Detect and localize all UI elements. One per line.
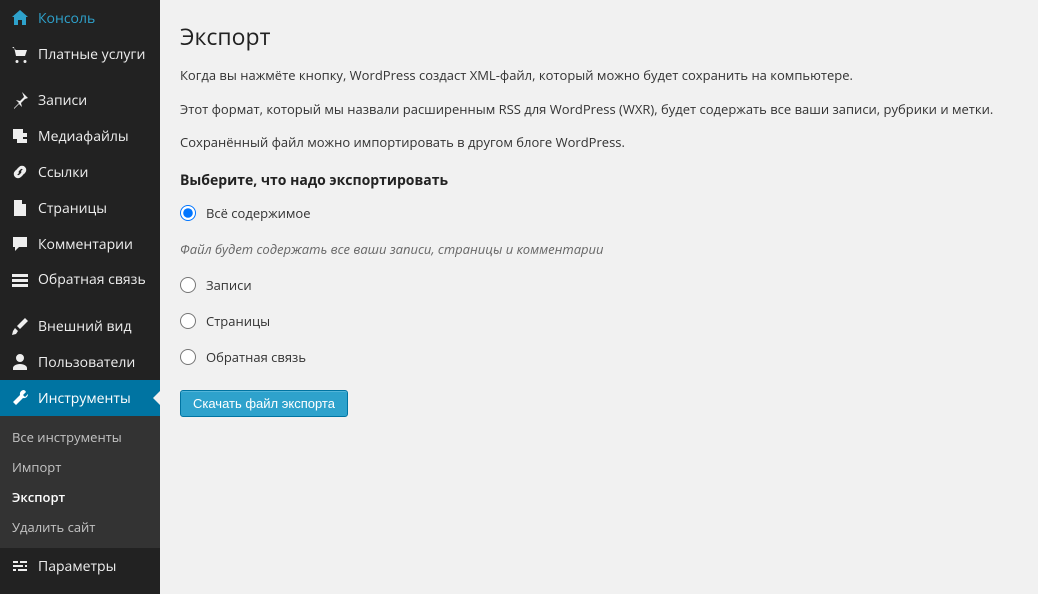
export-all-hint: Файл будет содержать все ваши записи, ст…	[180, 240, 1018, 258]
house-icon	[10, 8, 30, 28]
sidebar-item-label: Обратная связь	[38, 271, 146, 289]
export-radio-pages[interactable]	[180, 313, 196, 329]
submenu-item-import[interactable]: Импорт	[0, 452, 160, 482]
sidebar-item-label: Консоль	[38, 9, 95, 28]
sidebar-item-label: Платные услуги	[38, 45, 145, 64]
export-radio-all[interactable]	[180, 205, 196, 221]
submenu-item-label: Удалить сайт	[12, 518, 95, 536]
export-option-posts: Записи	[180, 276, 1018, 294]
sidebar-item-comments[interactable]: Комментарии	[0, 226, 160, 262]
export-option-pages: Страницы	[180, 312, 1018, 330]
sidebar-item-label: Инструменты	[38, 389, 131, 408]
sidebar-item-feedback[interactable]: Обратная связь	[0, 262, 160, 298]
sidebar-item-media[interactable]: Медиафайлы	[0, 118, 160, 154]
submenu-item-delete-site[interactable]: Удалить сайт	[0, 512, 160, 542]
export-radio-posts[interactable]	[180, 277, 196, 293]
sidebar-item-links[interactable]: Ссылки	[0, 154, 160, 190]
sidebar-item-label: Пользователи	[38, 353, 135, 372]
sidebar-item-pages[interactable]: Страницы	[0, 190, 160, 226]
page-title: Экспорт	[180, 20, 1018, 52]
media-icon	[10, 126, 30, 146]
feedback-icon	[10, 270, 30, 290]
export-radio-label[interactable]: Страницы	[206, 312, 270, 330]
submenu-item-label: Все инструменты	[12, 428, 122, 446]
tools-submenu: Все инструменты Импорт Экспорт Удалить с…	[0, 416, 160, 548]
sidebar-item-dashboard[interactable]: Консоль	[0, 0, 160, 36]
sidebar-item-tools[interactable]: Инструменты	[0, 380, 160, 416]
sidebar-item-label: Комментарии	[38, 235, 133, 254]
admin-sidebar: Консоль Платные услуги Записи Медиафайлы…	[0, 0, 160, 594]
sidebar-item-appearance[interactable]: Внешний вид	[0, 308, 160, 344]
export-radio-feedback[interactable]	[180, 349, 196, 365]
export-description-1: Когда вы нажмёте кнопку, WordPress созда…	[180, 66, 1018, 86]
user-icon	[10, 352, 30, 372]
sidebar-item-label: Параметры	[38, 557, 116, 576]
export-description-3: Сохранённый файл можно импортировать в д…	[180, 133, 1018, 153]
wrench-icon	[10, 388, 30, 408]
export-radio-label[interactable]: Всё содержимое	[206, 204, 311, 222]
link-icon	[10, 162, 30, 182]
submit-wrap: Скачать файл экспорта	[180, 390, 1018, 417]
main-content: Экспорт Когда вы нажмёте кнопку, WordPre…	[160, 0, 1038, 594]
export-description-2: Этот формат, который мы назвали расширен…	[180, 100, 1018, 120]
download-export-button[interactable]: Скачать файл экспорта	[180, 390, 348, 417]
comment-icon	[10, 234, 30, 254]
sidebar-item-label: Внешний вид	[38, 317, 132, 336]
pin-icon	[10, 90, 30, 110]
export-radio-label[interactable]: Обратная связь	[206, 348, 306, 366]
export-option-feedback: Обратная связь	[180, 348, 1018, 366]
sidebar-item-label: Ссылки	[38, 163, 88, 182]
cart-icon	[10, 44, 30, 64]
sidebar-item-posts[interactable]: Записи	[0, 82, 160, 118]
sidebar-item-label: Записи	[38, 91, 87, 110]
sliders-icon	[10, 556, 30, 576]
sidebar-item-users[interactable]: Пользователи	[0, 344, 160, 380]
sidebar-item-settings[interactable]: Параметры	[0, 548, 160, 584]
export-option-all: Всё содержимое	[180, 204, 1018, 222]
submenu-item-export[interactable]: Экспорт	[0, 482, 160, 512]
brush-icon	[10, 316, 30, 336]
submenu-item-all-tools[interactable]: Все инструменты	[0, 422, 160, 452]
submenu-item-label: Экспорт	[12, 488, 65, 506]
sidebar-item-label: Медиафайлы	[38, 127, 129, 146]
submenu-item-label: Импорт	[12, 458, 61, 476]
export-radio-label[interactable]: Записи	[206, 276, 252, 294]
page-icon	[10, 198, 30, 218]
export-section-heading: Выберите, что надо экспортировать	[180, 171, 1018, 190]
sidebar-item-paid-services[interactable]: Платные услуги	[0, 36, 160, 72]
sidebar-item-label: Страницы	[38, 199, 107, 218]
